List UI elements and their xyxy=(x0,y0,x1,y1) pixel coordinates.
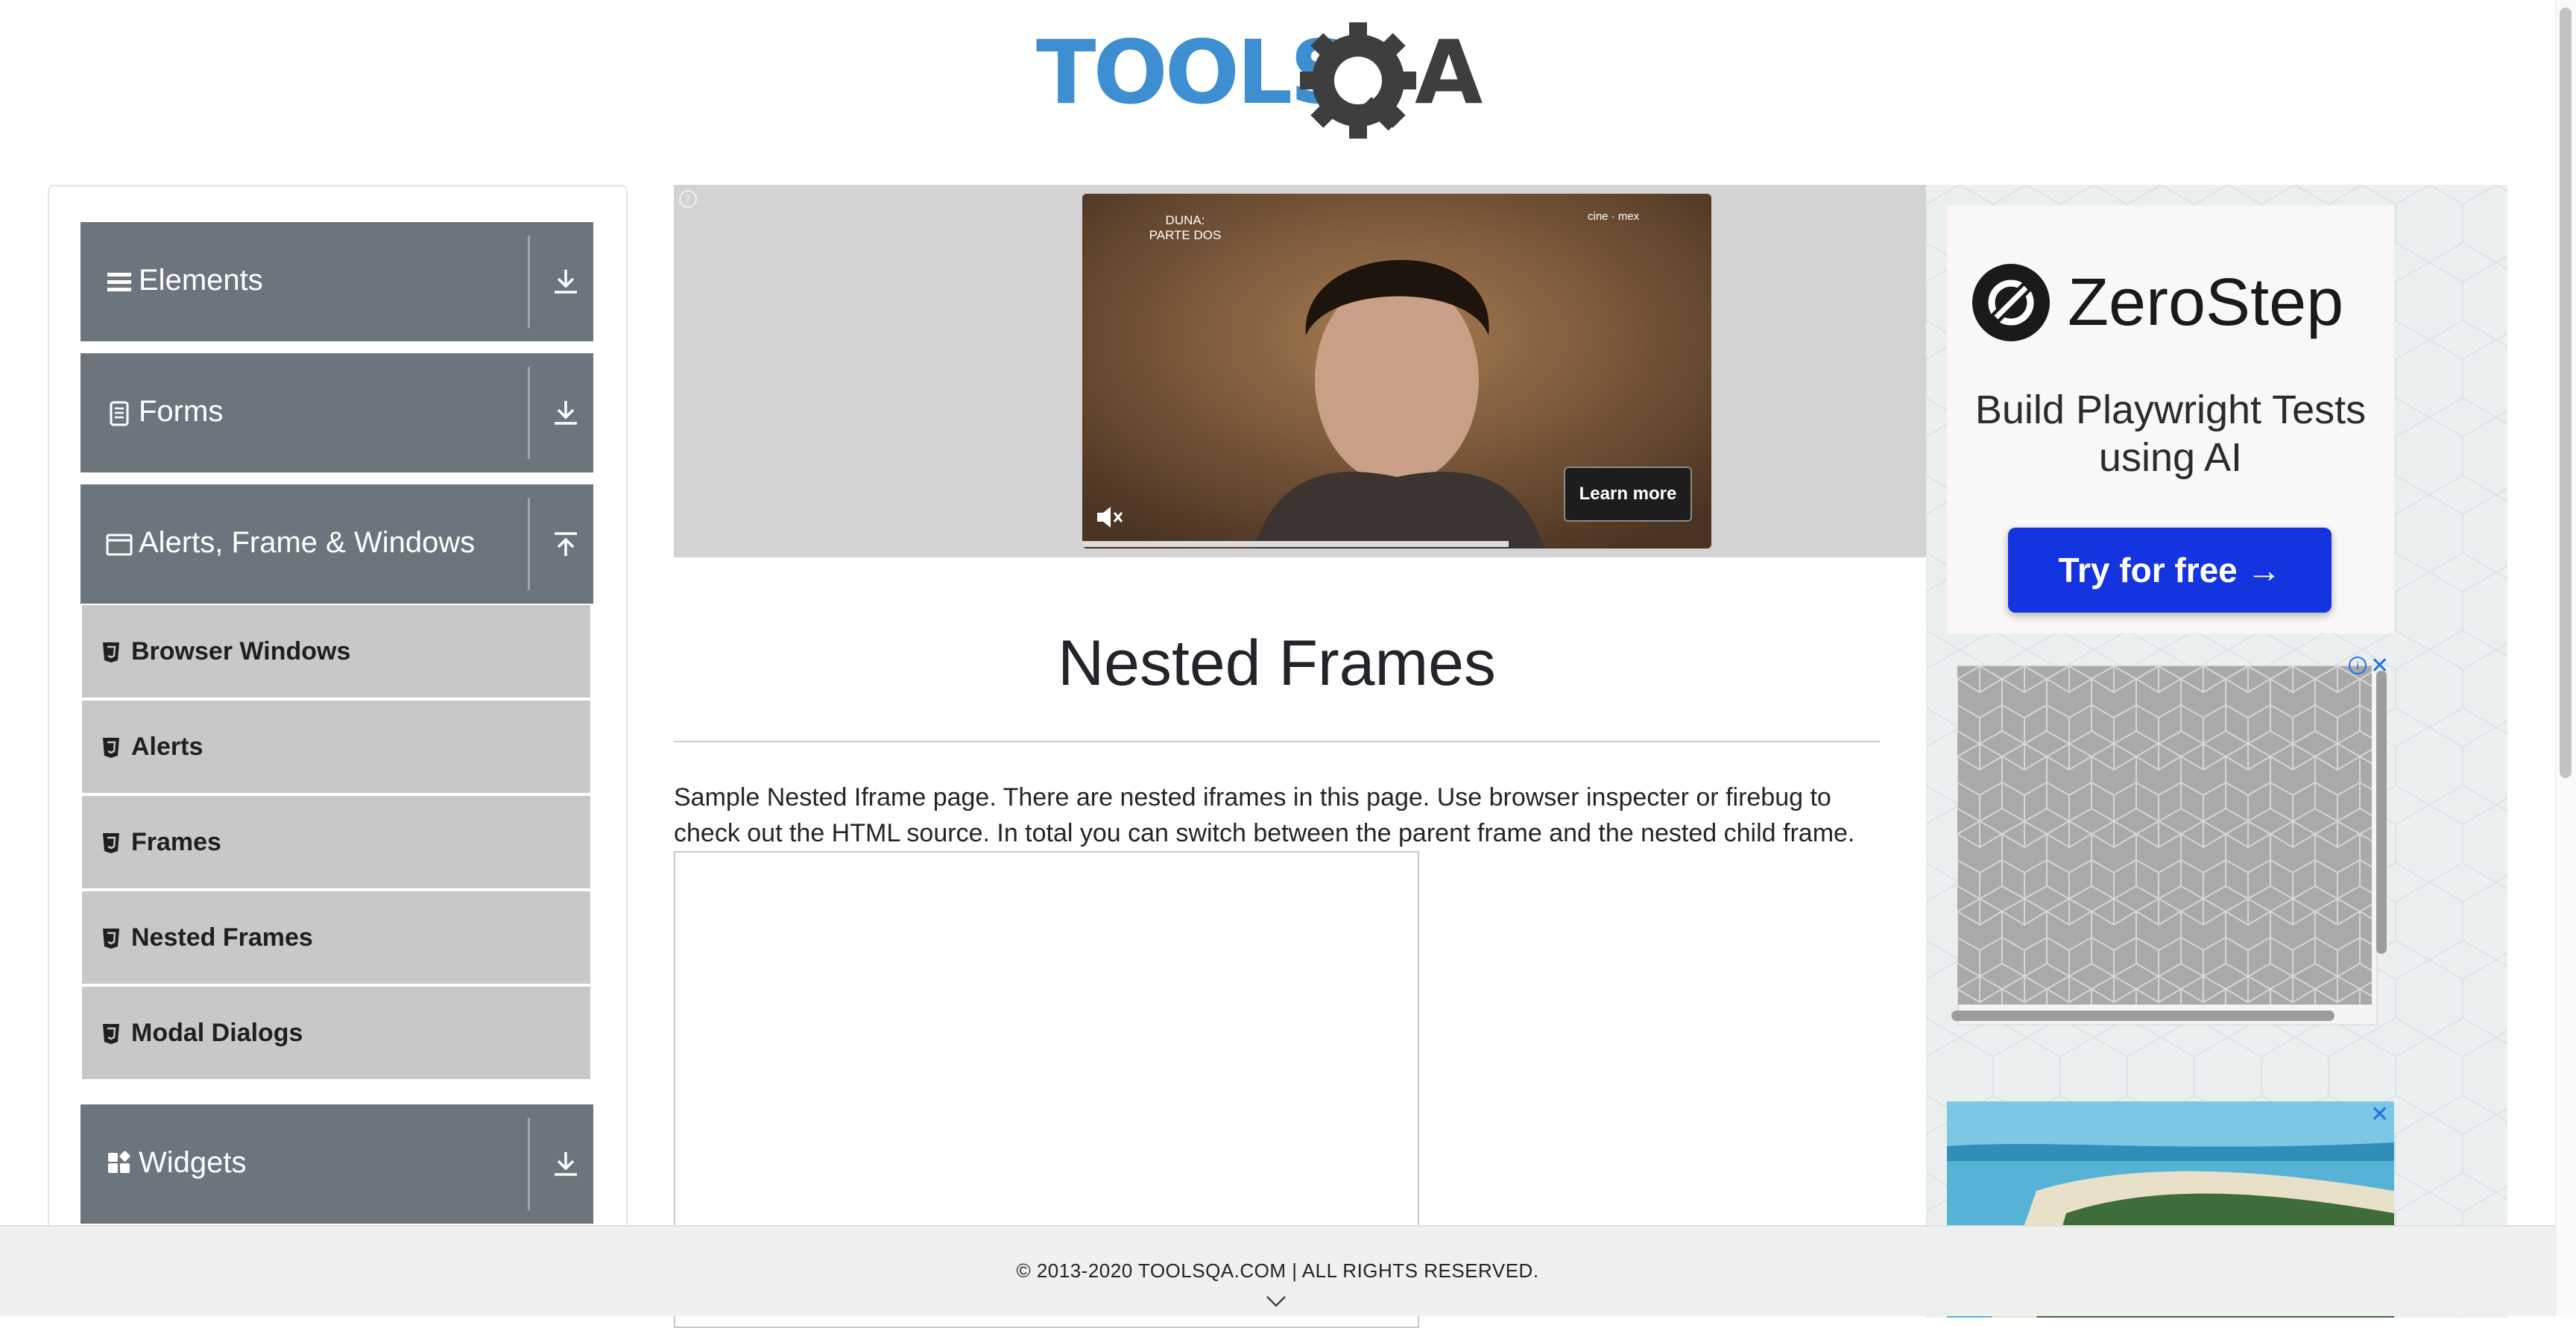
chevron-down-icon[interactable] xyxy=(1264,1292,1288,1310)
divider xyxy=(528,1118,530,1210)
ad-info-icon[interactable]: ? xyxy=(677,188,699,210)
sidebar-item-modal-dialogs[interactable]: Modal Dialogs xyxy=(82,987,590,1079)
video-progress-bar[interactable] xyxy=(1082,541,1509,547)
sidebar-group-elements[interactable]: Elements xyxy=(80,222,593,341)
sidebar-item-browser-windows[interactable]: Browser Windows xyxy=(82,605,590,698)
close-icon[interactable]: ✕ xyxy=(2370,653,2389,679)
sidebar-item-frames[interactable]: Frames xyxy=(82,796,590,888)
sidebar-item-nested-frames[interactable]: Nested Frames xyxy=(82,891,590,984)
mute-icon[interactable] xyxy=(1093,502,1126,532)
sidebar-item-label: Browser Windows xyxy=(131,637,351,665)
ad-info-icon[interactable]: i xyxy=(2346,654,2369,677)
html5-icon xyxy=(103,1024,119,1044)
hex-ad-image xyxy=(1957,666,2372,1005)
html5-icon xyxy=(103,833,119,853)
divider xyxy=(528,367,530,459)
close-icon[interactable]: ✕ xyxy=(2370,1101,2389,1128)
sidebar-item-label: Modal Dialogs xyxy=(131,1019,303,1047)
footer-copyright: © 2013-2020 TOOLSQA.COM | ALL RIGHTS RES… xyxy=(1016,1259,1539,1282)
download-arrow-icon[interactable] xyxy=(552,1149,580,1179)
sidebar-group-widgets[interactable]: Widgets xyxy=(80,1104,593,1224)
sidebar-item-alerts[interactable]: Alerts xyxy=(82,701,590,793)
sidebar-item-label: Alerts xyxy=(131,733,203,761)
sidebar-group-label: Elements xyxy=(139,264,263,297)
divider xyxy=(674,741,1880,742)
divider xyxy=(528,498,530,590)
ad-scrollbar-vertical[interactable] xyxy=(2376,671,2387,954)
form-icon xyxy=(110,401,129,426)
page-scrollbar-thumb[interactable] xyxy=(2560,7,2572,778)
sidebar-group-alerts-frame-windows[interactable]: Alerts, Frame & Windows xyxy=(80,484,593,604)
svg-text:A: A xyxy=(1415,21,1483,124)
download-arrow-icon[interactable] xyxy=(552,267,580,297)
sidebar-item-label: Frames xyxy=(131,828,221,856)
toolsqa-logo[interactable]: TOOLS A xyxy=(1036,21,1528,140)
sidebar-group-label: Alerts, Frame & Windows xyxy=(139,526,476,559)
zerostep-logo-icon xyxy=(1972,264,2050,341)
upload-arrow-icon[interactable] xyxy=(552,529,580,559)
ad-scrollbar-horizontal[interactable] xyxy=(1951,1011,2334,1021)
sidebar-group-label: Forms xyxy=(139,395,224,428)
sidebar-item-label: Nested Frames xyxy=(131,923,313,952)
ad-video-caption: DUNA: PARTE DOS xyxy=(1149,213,1222,242)
download-arrow-icon[interactable] xyxy=(552,398,580,428)
page-title: Nested Frames xyxy=(1058,627,1496,699)
ad-video-brand: cine · mex xyxy=(1588,210,1640,223)
zerostep-brand: ZeroStep xyxy=(2068,265,2344,340)
divider xyxy=(528,235,530,328)
html5-icon xyxy=(103,642,119,663)
widgets-icon xyxy=(108,1151,130,1173)
html5-icon xyxy=(103,929,119,949)
sidebar-group-forms[interactable]: Forms xyxy=(80,353,593,472)
page-description: Sample Nested Iframe page. There are nes… xyxy=(674,783,1855,847)
svg-text:?: ? xyxy=(685,194,690,206)
zerostep-tagline: Build Playwright Tests using AI xyxy=(1974,388,2367,480)
html5-icon xyxy=(103,738,119,758)
svg-text:i: i xyxy=(2356,660,2359,673)
learn-more-button[interactable]: Learn more xyxy=(1564,467,1692,522)
sidebar-group-label: Widgets xyxy=(139,1146,247,1179)
try-for-free-button[interactable]: Try for free → xyxy=(2008,528,2332,613)
window-icon xyxy=(106,534,133,556)
hamburger-icon xyxy=(107,273,131,291)
gear-magnifier-icon xyxy=(1300,22,1416,139)
